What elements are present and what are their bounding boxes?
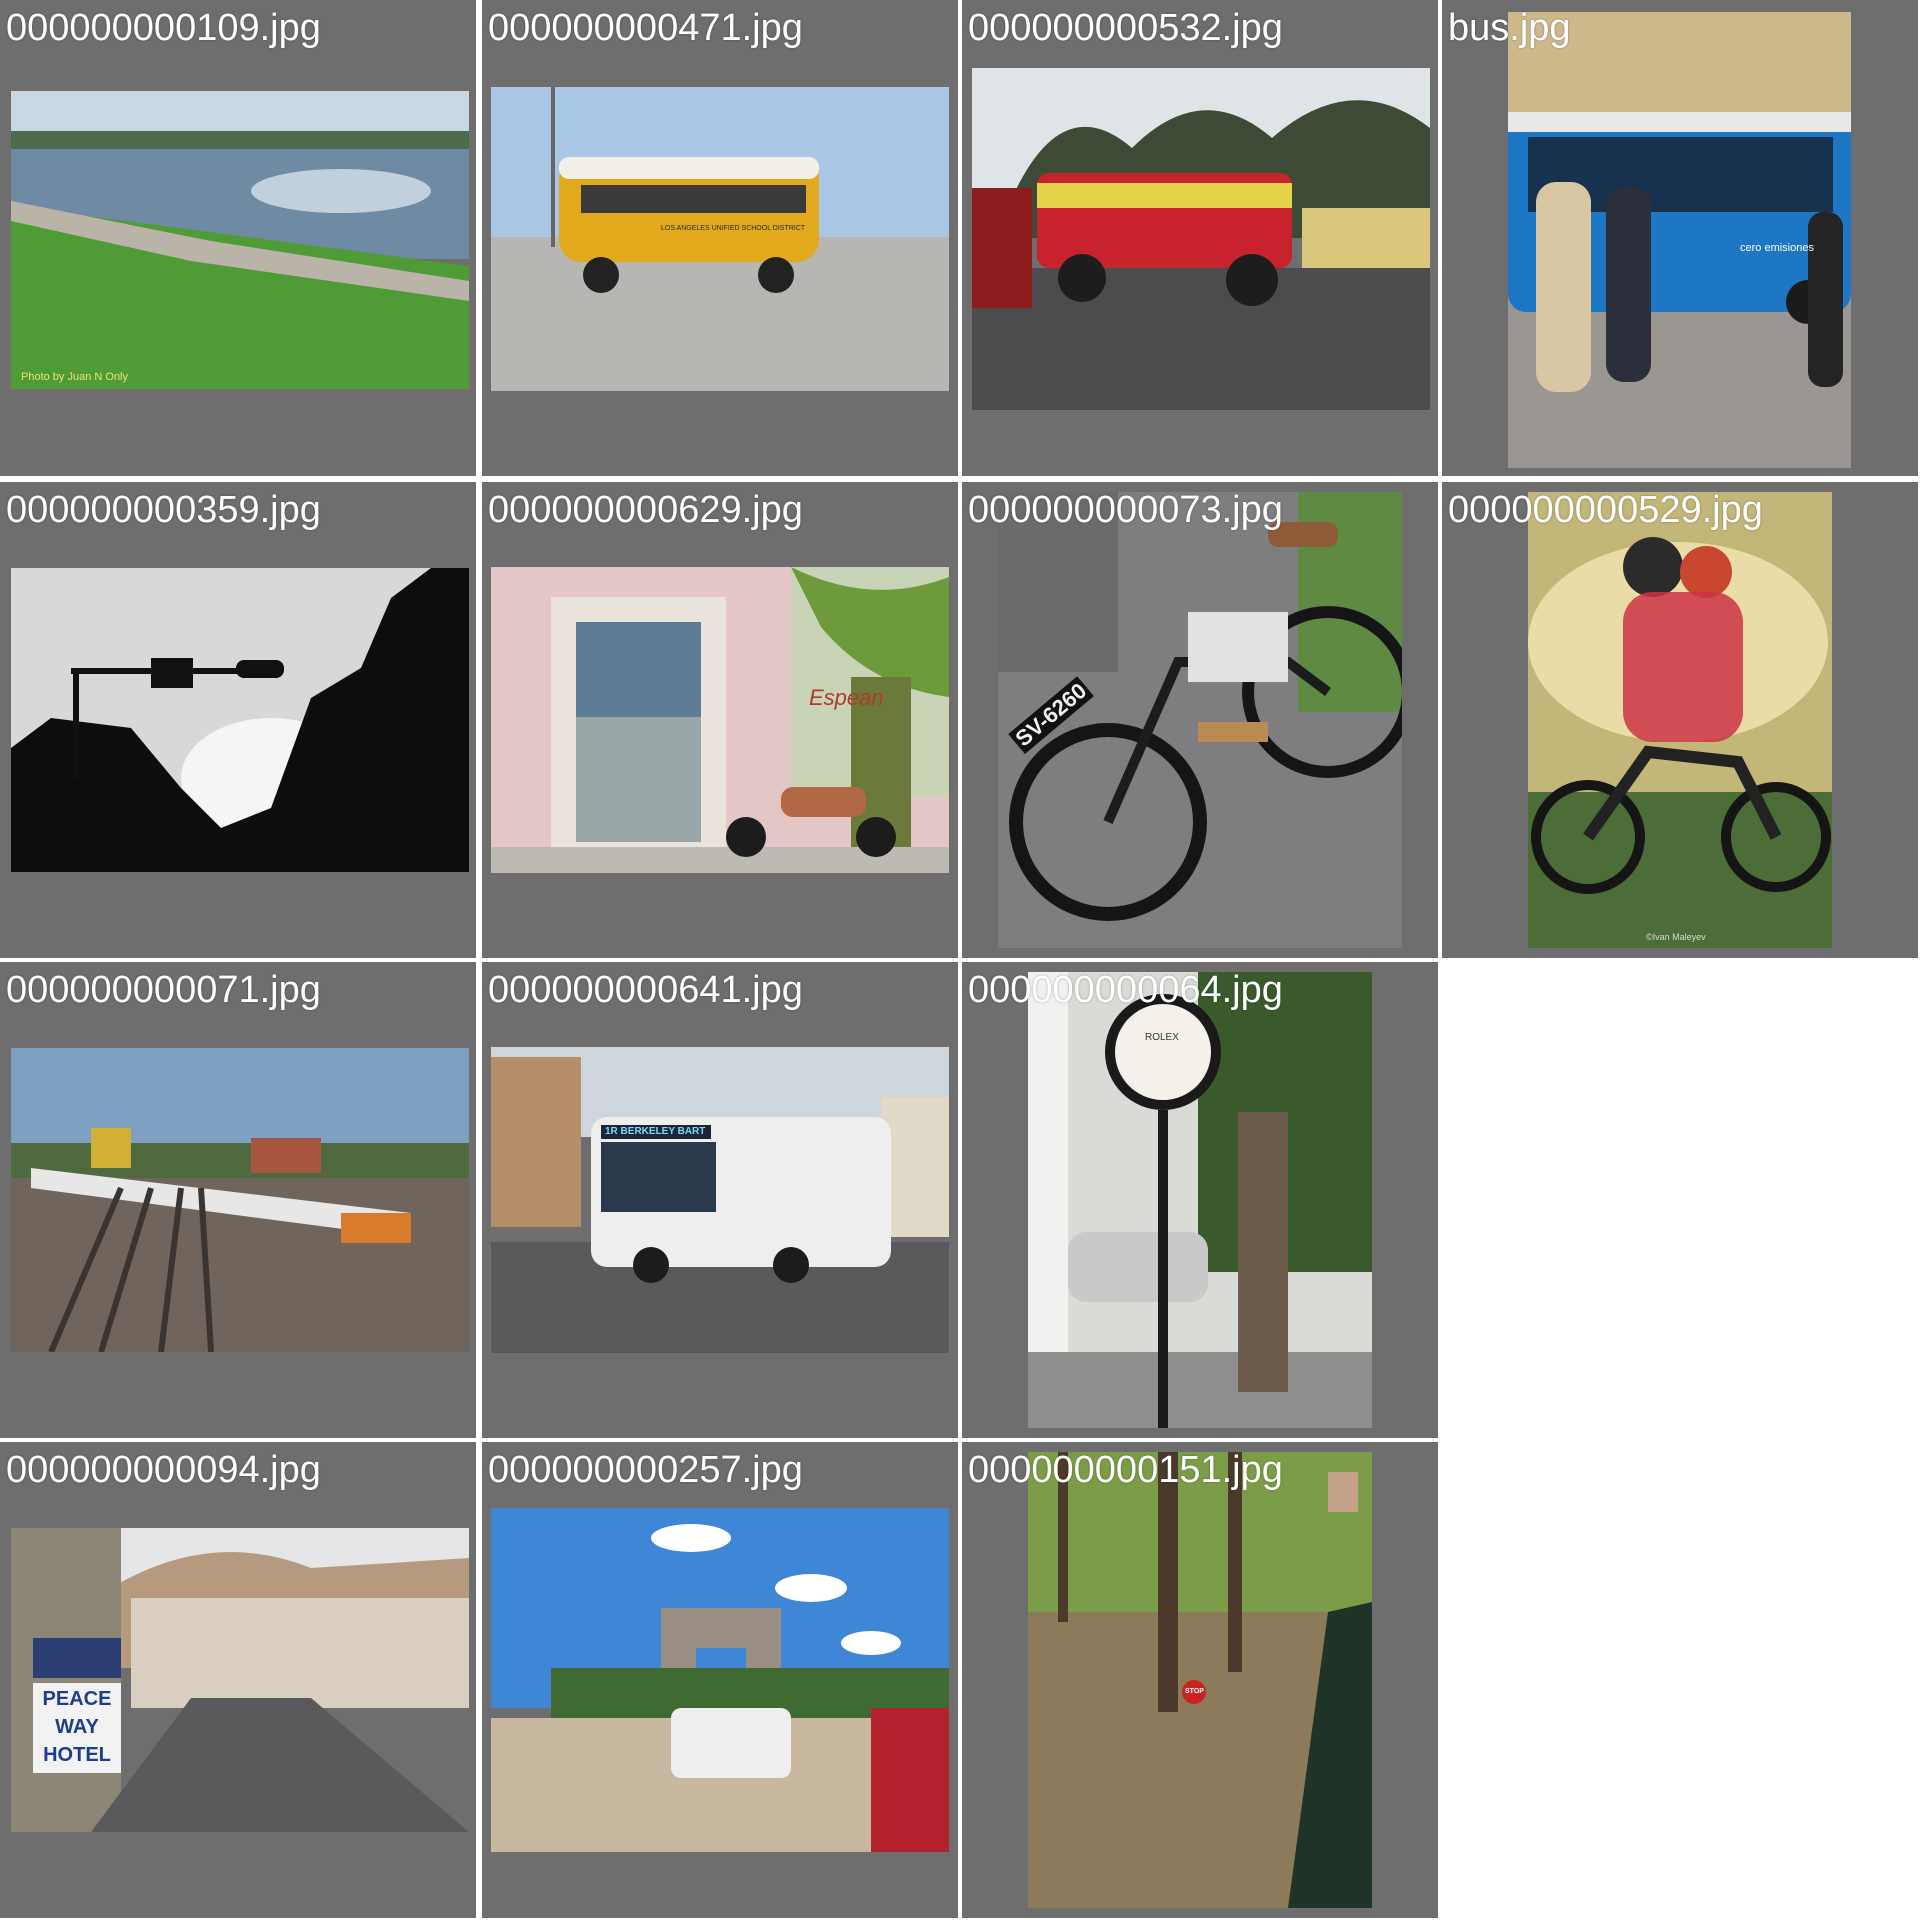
filename-label: 000000000094.jpg (6, 1449, 321, 1491)
chicken-bus-photo[interactable] (972, 68, 1430, 410)
hotel-sign-line: WAY (55, 1716, 99, 1738)
stop-sign: STOP (1185, 1688, 1204, 1695)
wall-graffiti-text: Espean (809, 685, 884, 710)
articulated-city-bus-photo[interactable]: 1R BERKELEY BART (491, 1047, 949, 1353)
tile-000000000532[interactable]: 000000000532.jpg (962, 0, 1438, 476)
tile-000000000094[interactable]: PEACE WAY HOTEL 000000000094.jpg (0, 1442, 476, 1918)
tile-000000000529[interactable]: ©Ivan Maleyev 000000000529.jpg (1442, 482, 1918, 958)
route-sign: 1R BERKELEY BART (605, 1126, 706, 1137)
yellow-school-bus-photo[interactable]: LOS ANGELES UNIFIED SCHOOL DISTRICT (491, 87, 949, 391)
tile-000000000641[interactable]: 1R BERKELEY BART 000000000641.jpg (482, 962, 958, 1438)
forest-train-window-photo[interactable]: STOP (1028, 1452, 1372, 1908)
traffic-light-silhouette-photo[interactable] (11, 568, 469, 872)
bus-side-text: LOS ANGELES UNIFIED SCHOOL DISTRICT (661, 225, 806, 232)
photo-credit: Photo by Juan N Only (21, 371, 129, 383)
tile-000000000071[interactable]: 000000000071.jpg (0, 962, 476, 1438)
tile-000000000109[interactable]: Photo by Juan N Only 000000000109.jpg (0, 0, 476, 476)
filename-label: 000000000359.jpg (6, 489, 321, 531)
filename-label: 000000000257.jpg (488, 1449, 803, 1491)
arch-plaza-food-truck-photo[interactable] (491, 1508, 949, 1852)
door-and-minibike-photo[interactable]: Espean (491, 567, 949, 873)
tile-bus[interactable]: cero emisiones bus.jpg (1442, 0, 1918, 476)
filename-label: 000000000471.jpg (488, 7, 803, 49)
vintage-motorcycle-photo[interactable]: SV-6260 (998, 492, 1402, 948)
filename-label: 000000000071.jpg (6, 969, 321, 1011)
clock-brand: ROLEX (1145, 1032, 1179, 1043)
hotel-sign-line: HOTEL (43, 1744, 111, 1766)
filename-label: 000000000629.jpg (488, 489, 803, 531)
train-yard-photo[interactable] (11, 1048, 469, 1352)
filename-label: 000000000532.jpg (968, 7, 1283, 49)
tile-000000000471[interactable]: LOS ANGELES UNIFIED SCHOOL DISTRICT 0000… (482, 0, 958, 476)
tile-000000000359[interactable]: 000000000359.jpg (0, 482, 476, 958)
electric-bus-photo[interactable]: cero emisiones (1508, 12, 1851, 468)
tile-000000000064[interactable]: ROLEX 000000000064.jpg (962, 962, 1438, 1438)
waterfront-park-photo[interactable]: Photo by Juan N Only (11, 91, 469, 389)
filename-label: 000000000109.jpg (6, 7, 321, 49)
hotel-sign: PEACE WAY HOTEL (33, 1685, 121, 1769)
tile-000000000151[interactable]: STOP 000000000151.jpg (962, 1442, 1438, 1918)
bus-side-text: cero emisiones (1740, 242, 1814, 254)
filename-label: 000000000641.jpg (488, 969, 803, 1011)
tile-000000000257[interactable]: 000000000257.jpg (482, 1442, 958, 1918)
tile-000000000629[interactable]: Espean 000000000629.jpg (482, 482, 958, 958)
tile-000000000073[interactable]: SV-6260 000000000073.jpg (962, 482, 1438, 958)
street-clock-photo[interactable]: ROLEX (1028, 972, 1372, 1428)
dirt-bike-couple-photo[interactable]: ©Ivan Maleyev (1528, 492, 1832, 948)
photo-credit: ©Ivan Maleyev (1646, 932, 1706, 942)
hillside-street-hotel-photo[interactable]: PEACE WAY HOTEL (11, 1528, 469, 1832)
image-grid: Photo by Juan N Only 000000000109.jpg LO… (0, 0, 1920, 1920)
hotel-sign-line: PEACE (42, 1688, 112, 1710)
